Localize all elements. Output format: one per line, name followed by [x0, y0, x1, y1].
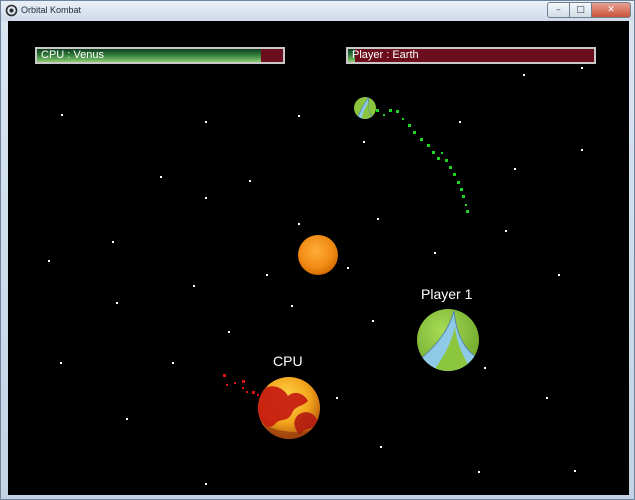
cpu-planet-label: CPU	[273, 353, 303, 369]
player-planet-label: Player 1	[421, 286, 473, 302]
game-window: Orbital Kombat – □ ✕ CPU: Venus Player …	[0, 0, 635, 500]
minimize-icon: –	[556, 5, 561, 15]
earth-planet	[417, 309, 479, 371]
space-scene	[48, 67, 583, 485]
close-icon: ✕	[607, 5, 615, 15]
window-controls: – □ ✕	[547, 2, 631, 19]
venus-planet	[258, 377, 320, 439]
cpu-health-label: CPU : Venus	[41, 49, 104, 61]
title-bar[interactable]: Orbital Kombat – □ ✕	[1, 1, 634, 21]
close-button[interactable]: ✕	[591, 2, 631, 18]
game-canvas[interactable]: CPU : Venus Player : Earth CPU Player 1	[8, 21, 629, 495]
app-icon	[5, 4, 18, 17]
maximize-icon: □	[576, 5, 585, 15]
player-trail	[376, 109, 469, 213]
cpu-trail	[223, 374, 266, 396]
cpu-health-bar: CPU : Venus	[35, 47, 285, 64]
maximize-button[interactable]: □	[569, 2, 591, 18]
player-projectile	[354, 97, 376, 119]
minimize-button[interactable]: –	[547, 2, 569, 18]
player-health-bar: Player : Earth	[346, 47, 596, 64]
window-title: Orbital Kombat	[21, 5, 82, 15]
player-health-label: Player : Earth	[352, 49, 419, 61]
sun	[298, 235, 338, 275]
